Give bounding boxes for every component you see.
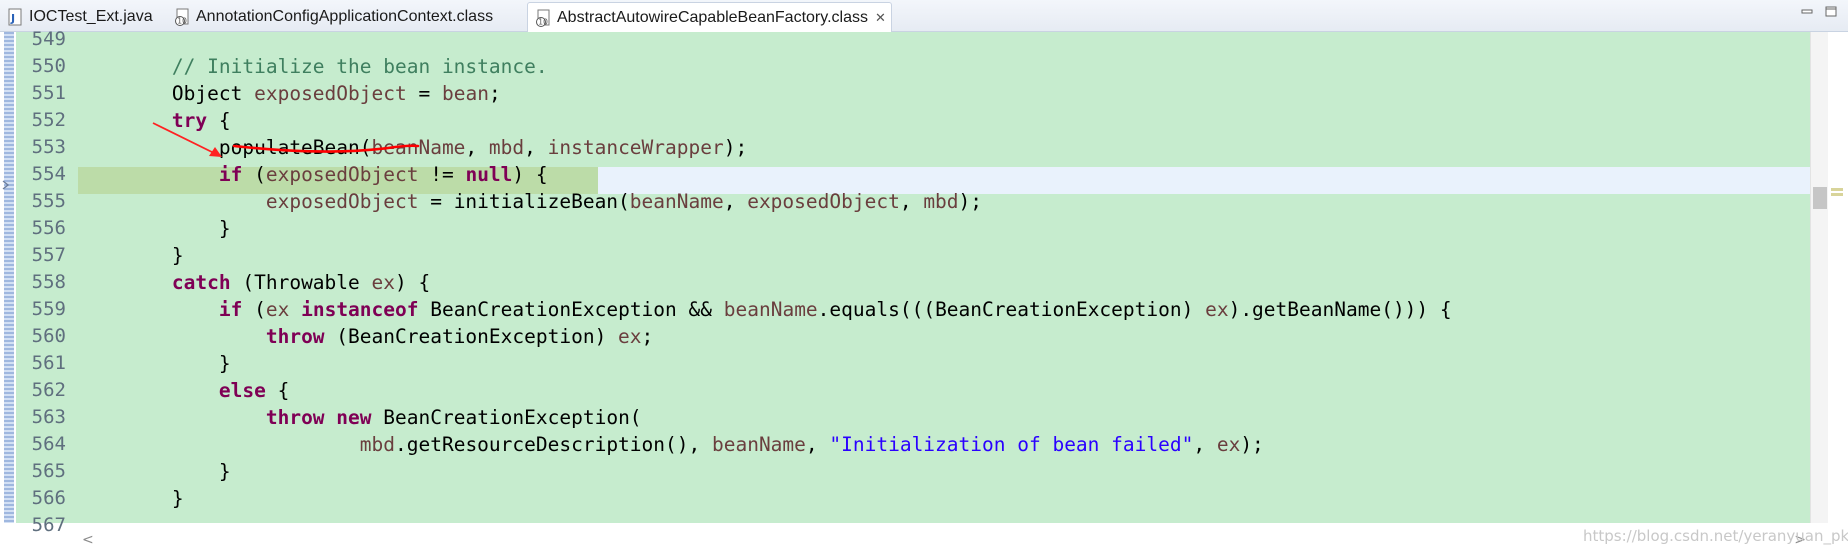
code-line-552: try { xyxy=(171,109,231,132)
code-line-566: } xyxy=(78,487,184,510)
line-number: 558 xyxy=(31,271,66,293)
line-number: 555 xyxy=(31,190,66,212)
line-number-gutter: 549 550 551 552 553 554 555 556 557 558 … xyxy=(16,28,78,536)
horizontal-scrollbar[interactable]: < > xyxy=(78,531,1810,551)
overview-ruler[interactable] xyxy=(1828,32,1848,523)
line-number: 559 xyxy=(31,298,66,320)
line-number: 563 xyxy=(31,406,66,428)
line-number: 549 xyxy=(31,28,66,50)
vertical-scroll-thumb[interactable] xyxy=(1813,187,1827,209)
scroll-left-icon[interactable]: < xyxy=(82,532,94,548)
code-text-area[interactable]: // Initialize the bean instance. Object … xyxy=(78,32,1810,523)
tab-abstract-autowire-factory[interactable]: 10 AbstractAutowireCapableBeanFactory.cl… xyxy=(527,2,892,33)
code-line-558: catch (Throwable ex) { xyxy=(171,271,431,294)
line-number: 566 xyxy=(31,487,66,509)
code-editor[interactable]: 549 550 551 552 553 554 555 556 557 558 … xyxy=(0,28,1848,556)
line-number: 567 xyxy=(31,514,66,536)
overview-marker[interactable] xyxy=(1831,188,1843,191)
code-line-562: else { xyxy=(218,379,290,402)
quick-diff-stripe xyxy=(4,32,14,523)
code-line-560: throw (BeanCreationException) ex; xyxy=(265,325,654,348)
line-number: 561 xyxy=(31,352,66,374)
line-number: 556 xyxy=(31,217,66,239)
code-line-564: mbd.getResourceDescription(), beanName, … xyxy=(359,433,1264,456)
tab-label: AnnotationConfigApplicationContext.class xyxy=(196,8,494,25)
vertical-scrollbar[interactable] xyxy=(1810,32,1828,523)
line-number: 560 xyxy=(31,325,66,347)
current-line-marker-icon xyxy=(2,175,10,190)
maximize-icon[interactable] xyxy=(1823,4,1839,18)
code-line-563: throw new BeanCreationException( xyxy=(265,406,642,429)
minimize-icon[interactable] xyxy=(1799,4,1815,18)
class-file-icon: 10 xyxy=(173,8,191,26)
editor-tab-bar: J IOCTest_Ext.java 10 AnnotationConfigAp… xyxy=(0,0,1848,33)
code-line-559: if (ex instanceof BeanCreationException … xyxy=(218,298,1452,321)
java-file-icon: J xyxy=(6,8,24,26)
code-line-551: Object exposedObject = bean; xyxy=(78,82,501,105)
watermark: https://blog.csdn.net/yeranyuan_pku xyxy=(1583,527,1848,545)
line-number: 564 xyxy=(31,433,66,455)
svg-text:10: 10 xyxy=(177,17,187,26)
code-line-555: exposedObject = initializeBean(beanName,… xyxy=(265,190,983,213)
code-line-561: } xyxy=(78,352,231,375)
code-line-565: } xyxy=(78,460,231,483)
close-icon[interactable]: ✕ xyxy=(875,10,886,26)
tab-annotation-config-context[interactable]: 10 AnnotationConfigApplicationContext.cl… xyxy=(167,2,493,32)
code-line-550: // Initialize the bean instance. xyxy=(171,55,548,78)
line-number: 551 xyxy=(31,82,66,104)
tab-label: IOCTest_Ext.java xyxy=(29,8,153,25)
code-line-557: } xyxy=(78,244,184,267)
line-number: 553 xyxy=(31,136,66,158)
line-number: 552 xyxy=(31,109,66,131)
class-file-icon: 10 xyxy=(534,9,552,27)
line-number: 565 xyxy=(31,460,66,482)
line-number: 557 xyxy=(31,244,66,266)
overview-marker[interactable] xyxy=(1831,193,1843,196)
code-line-553: populateBean(beanName, mbd, instanceWrap… xyxy=(78,136,748,159)
tab-label: AbstractAutowireCapableBeanFactory.class xyxy=(557,9,868,26)
line-number: 550 xyxy=(31,55,66,77)
svg-text:J: J xyxy=(10,12,15,25)
change-ruler xyxy=(0,32,16,523)
code-line-556: } xyxy=(78,217,231,240)
svg-text:10: 10 xyxy=(538,18,548,27)
line-number: 562 xyxy=(31,379,66,401)
code-line-554: if (exposedObject != null) { xyxy=(218,163,548,186)
line-number: 554 xyxy=(31,163,66,185)
